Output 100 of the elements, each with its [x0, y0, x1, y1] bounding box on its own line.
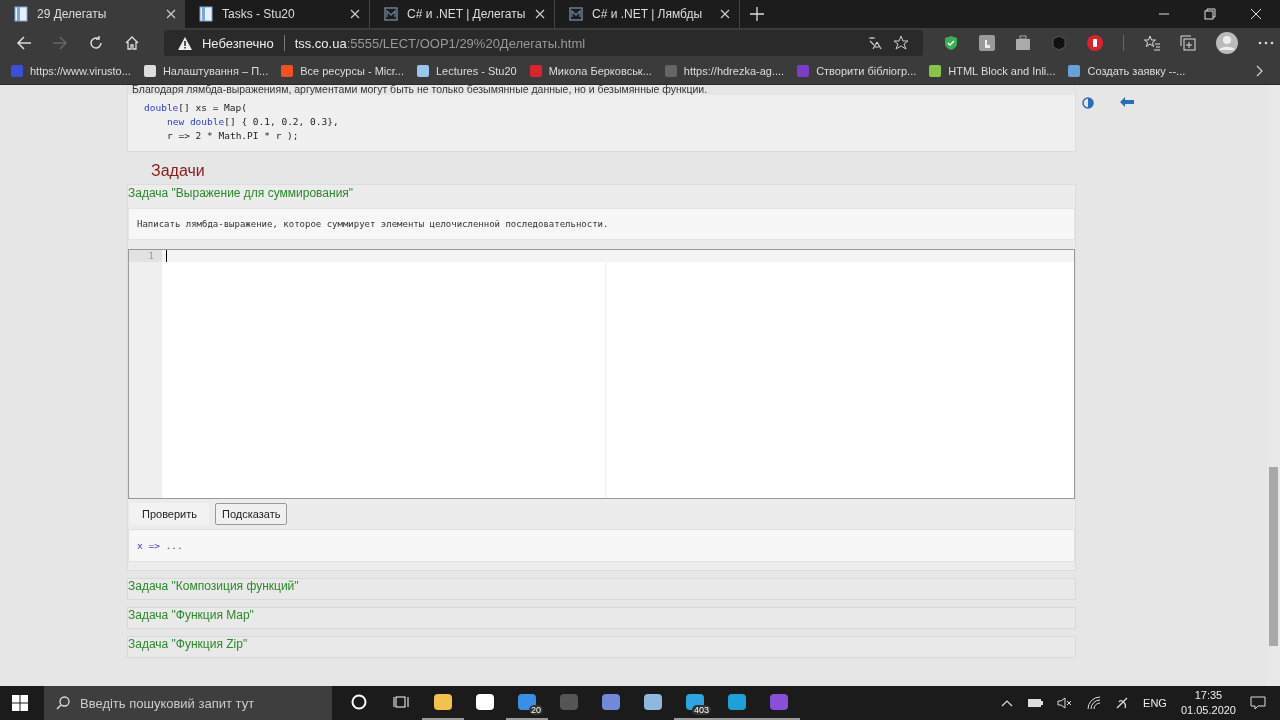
wifi-icon[interactable]: [1087, 696, 1102, 710]
favicon-icon: [796, 64, 811, 78]
close-icon[interactable]: [1250, 8, 1262, 20]
close-icon[interactable]: [720, 9, 730, 19]
close-icon[interactable]: [535, 9, 545, 19]
page-icon: [14, 6, 28, 22]
favicon-icon: [280, 64, 295, 78]
favicon-icon: [528, 64, 543, 78]
bookmark[interactable]: Создать заявку --...: [1067, 64, 1186, 78]
more-icon[interactable]: [1258, 41, 1274, 45]
translate-icon[interactable]: [867, 35, 883, 51]
tab-title: Tasks - Stu20: [222, 7, 296, 21]
url-text: tss.co.ua:5555/LECT/OOP1/29%20Делегаты.html: [294, 35, 586, 51]
app-icon: [643, 692, 663, 712]
briefcase-icon[interactable]: [1015, 35, 1031, 51]
close-icon[interactable]: [350, 9, 360, 19]
muted-speaker-icon[interactable]: [1057, 697, 1074, 709]
task-header[interactable]: Задача "Композиция функций": [127, 578, 1076, 600]
app-icon: [433, 692, 453, 712]
restore-icon[interactable]: [1204, 8, 1216, 20]
section-heading: Задачи: [151, 162, 206, 180]
favicon-icon: [10, 64, 24, 78]
security-label: Небезпечно: [201, 35, 274, 51]
action-button[interactable]: Проверить: [130, 503, 209, 525]
battery-icon[interactable]: [1027, 698, 1044, 708]
logo-icon: [569, 7, 583, 21]
search-icon: [56, 696, 70, 710]
bookmark[interactable]: Микола Берковськ...: [528, 64, 652, 78]
favorites-icon[interactable]: [1144, 35, 1160, 51]
circle-icon: [351, 694, 367, 710]
bookmark[interactable]: Створити бібліогр...: [796, 64, 917, 78]
count-badge: 20: [529, 705, 543, 715]
bookmark-title: Налаштування – П...: [162, 65, 269, 77]
back-icon[interactable]: [16, 35, 32, 51]
tab-title: 29 Делегаты: [37, 7, 108, 21]
taskbar-app[interactable]: 20: [506, 686, 548, 720]
bookmark-title: Все ресурсы - Micr...: [300, 65, 404, 77]
task-header[interactable]: Задача "Функция Zip": [127, 636, 1076, 658]
favicon-icon: [142, 64, 157, 78]
chevron-right-icon[interactable]: [1256, 65, 1264, 77]
tab-title: C# и .NET | Делегаты: [407, 7, 526, 21]
plus-icon[interactable]: [750, 7, 764, 21]
task-description: Написать лямбда-выражение, которое суммирует элементы целочисленной последовательности.: [128, 208, 1075, 240]
scrollbar-thumb[interactable]: [1269, 467, 1278, 646]
favicon-icon: [663, 64, 678, 78]
warning-icon: [177, 36, 192, 50]
windows-icon[interactable]: [12, 695, 28, 711]
hint-code: x => ...: [128, 529, 1075, 562]
intro-text: Благодаря лямбда-выражениям, аргументами могут быть не только безымянные данные, но и безымянные функции.: [128, 85, 1075, 95]
back-arrow-icon[interactable]: [1120, 97, 1134, 107]
bookmark-title: https://hdrezka-ag....: [683, 65, 785, 77]
bookmark-title: https://www.virusto...: [30, 65, 131, 77]
bookmark[interactable]: Lectures - Stu20: [416, 64, 517, 78]
search-field[interactable]: Введіть пошуковий запит тут: [44, 686, 332, 720]
bookmark-title: Lectures - Stu20: [436, 65, 517, 77]
logo-icon: [384, 7, 398, 21]
avatar-icon[interactable]: [1216, 32, 1238, 54]
stop-hand-icon[interactable]: [1087, 35, 1103, 51]
text-cursor: [166, 250, 167, 262]
line-number: 1: [129, 250, 162, 262]
bookmark-title: Создать заявку --...: [1087, 65, 1186, 77]
clock[interactable]: 17:35 01.05.2020: [1180, 688, 1236, 718]
taskbar-app[interactable]: 403: [674, 686, 716, 720]
bookmark[interactable]: Все ресурсы - Micr...: [280, 64, 404, 78]
task-header[interactable]: Задача "Функция Map": [127, 607, 1076, 629]
bookmark[interactable]: HTML Block and Inli...: [928, 64, 1056, 78]
shield-icon[interactable]: [943, 35, 959, 51]
bookmark[interactable]: Налаштування – П...: [142, 64, 269, 78]
favicon-icon: [928, 64, 943, 78]
home-icon[interactable]: [123, 35, 140, 51]
bookmark-title: HTML Block and Inli...: [948, 65, 1056, 77]
pen-icon[interactable]: [1115, 696, 1130, 710]
browser-tab[interactable]: 29 Делегаты: [0, 0, 185, 28]
notification-icon[interactable]: [1250, 695, 1266, 711]
bookmark-title: Микола Берковськ...: [548, 65, 652, 77]
app-icon: [601, 692, 621, 712]
app-icon: [559, 692, 579, 712]
code-text: double[] xs = Map( new double[] { 0.1, 0.2, 0.3}, r => 2 * Math.PI * r );: [143, 101, 340, 143]
address-bar[interactable]: Небезпечно tss.co.ua:5555/LECT/OOP1/29%20Делегаты.html: [163, 30, 923, 56]
page-icon: [199, 6, 213, 22]
tab-title: C# и .NET | Лямбды: [592, 7, 704, 21]
bookmark-title: Створити бібліогр...: [816, 65, 917, 77]
favicon-icon: [416, 64, 430, 78]
app-icon: [475, 692, 495, 712]
close-icon[interactable]: [166, 9, 176, 19]
app-icon: [769, 692, 789, 712]
task-view-icon: [393, 694, 409, 710]
language-indicator[interactable]: ENG: [1143, 697, 1167, 709]
action-button[interactable]: Подсказать: [215, 503, 288, 525]
bookmark[interactable]: https://hdrezka-ag....: [663, 64, 785, 78]
chevron-up-icon[interactable]: [1001, 699, 1014, 707]
bookmark[interactable]: https://www.virusto...: [10, 64, 131, 78]
star-icon[interactable]: [893, 35, 909, 51]
contrast-icon[interactable]: [1082, 97, 1094, 109]
count-badge: 403: [691, 705, 711, 715]
task-title[interactable]: Задача "Выражение для суммирования": [128, 185, 1075, 208]
collections-icon[interactable]: [1180, 35, 1196, 51]
refresh-icon[interactable]: [87, 35, 104, 51]
app-icon: [727, 692, 747, 712]
favicon-icon: [1067, 64, 1082, 78]
